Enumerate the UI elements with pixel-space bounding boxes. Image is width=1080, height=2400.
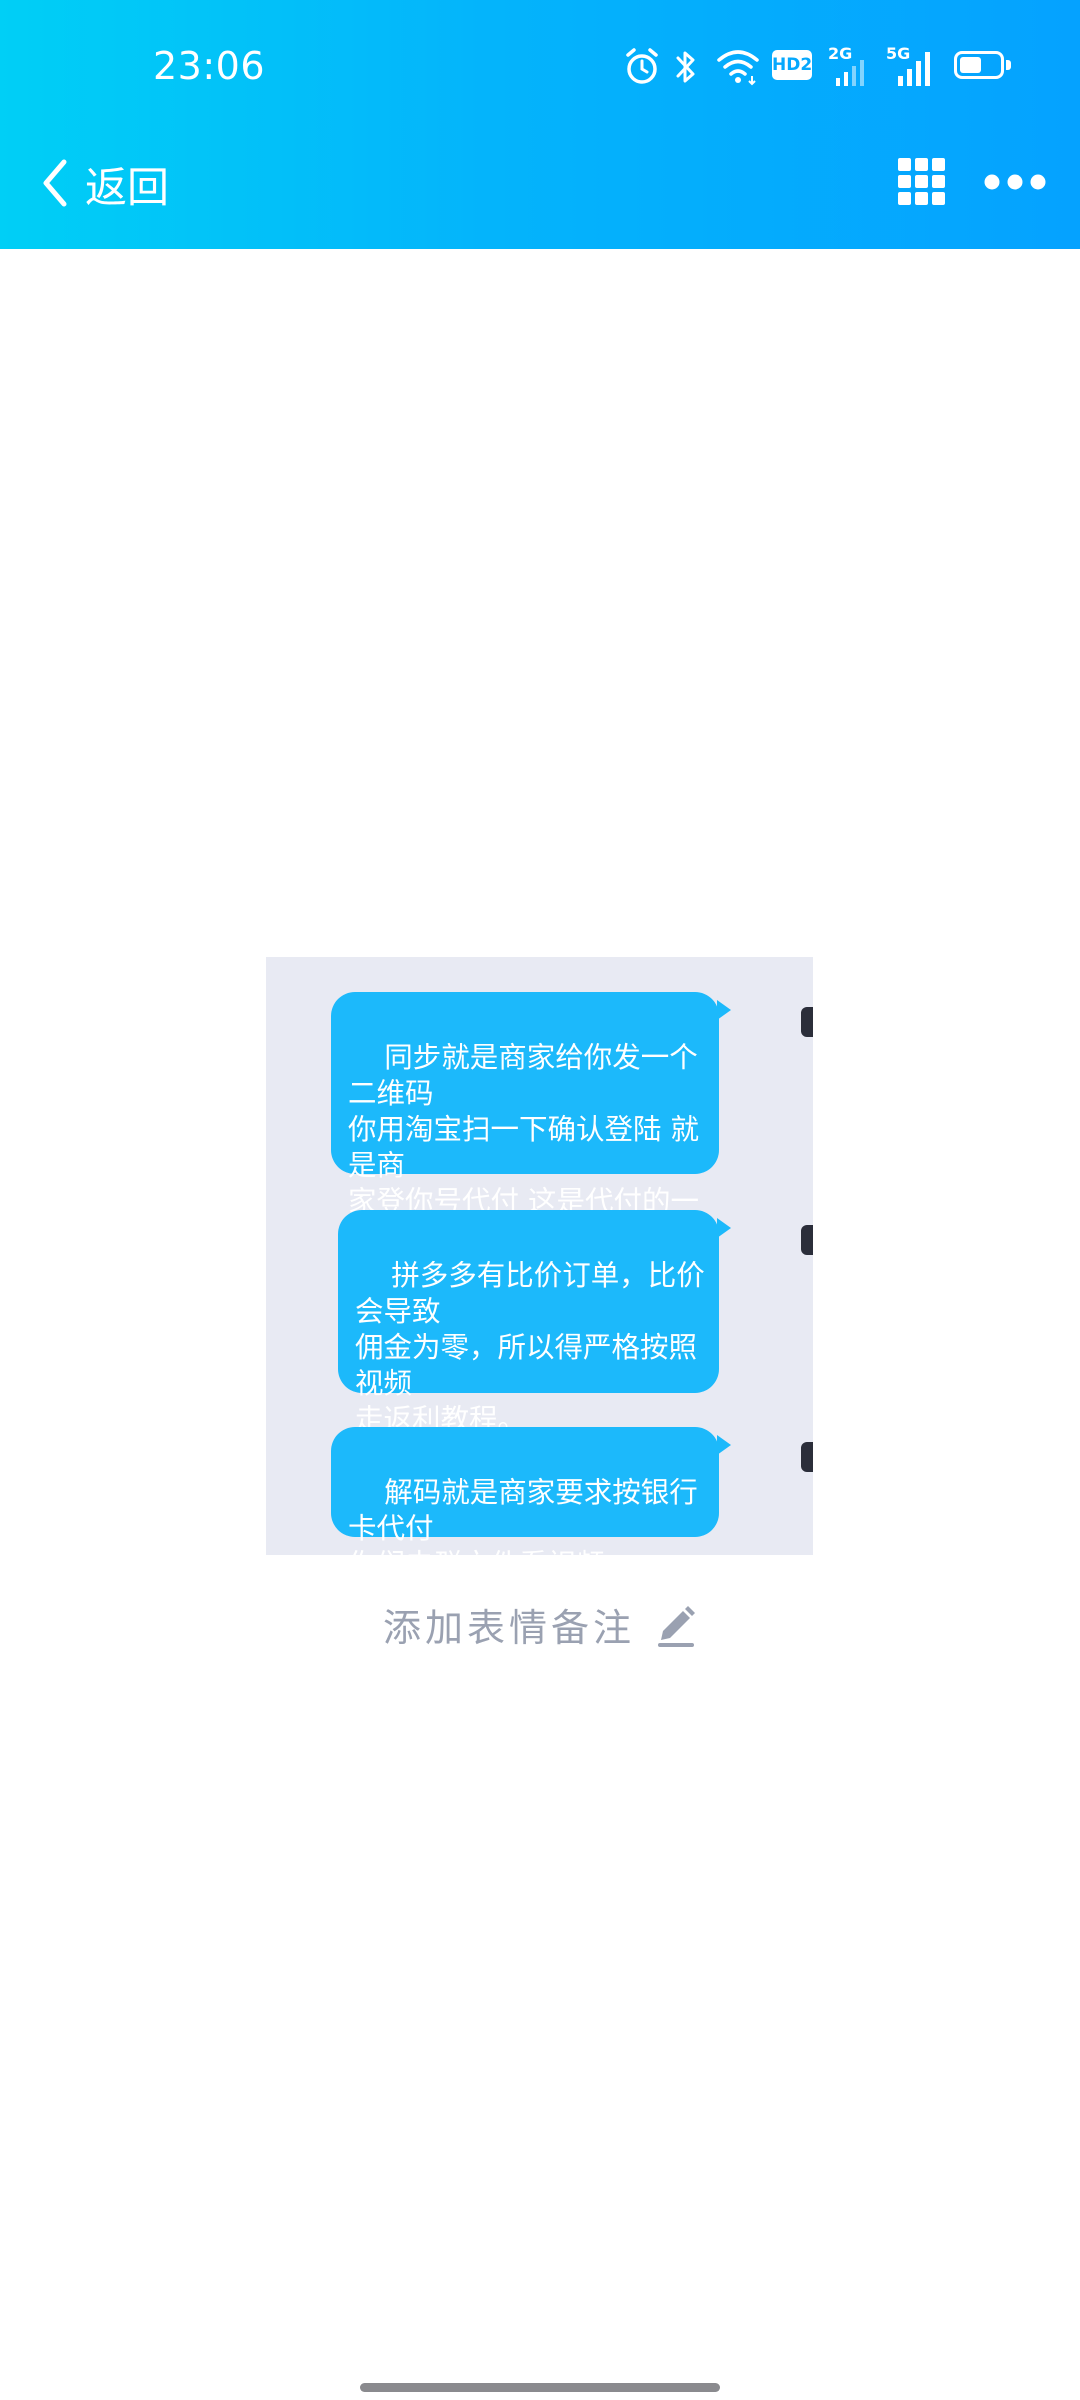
signal-5g-icon: 5G <box>886 44 932 86</box>
edit-pencil-icon[interactable] <box>655 1603 697 1647</box>
chat-bubble-text: 解码就是商家要求按银行卡代付 你们去群文件看视频 <box>348 1476 698 1581</box>
hd2-icon: HD2 <box>772 50 812 80</box>
hd2-label: HD2 <box>772 55 813 75</box>
battery-icon <box>954 51 1014 81</box>
alarm-icon <box>626 48 658 84</box>
home-indicator[interactable] <box>360 2383 720 2392</box>
avatar <box>801 1007 813 1037</box>
top-bar: 23:06 HD2 2G 5G 返回 <box>0 0 1080 249</box>
chevron-left-icon <box>43 159 67 207</box>
grid-icon[interactable] <box>898 158 946 206</box>
chat-bubble: 拼多多有比价订单，比价会导致 佣金为零，所以得严格按照视频 走返利教程。 做拼多… <box>338 1210 731 1508</box>
avatar <box>801 1225 813 1255</box>
status-icons: HD2 2G 5G <box>624 44 1014 88</box>
signal-2g-icon: 2G <box>828 44 868 86</box>
battery-fill <box>960 57 981 73</box>
chat-bubble: 同步就是商家给你发一个二维码 你用淘宝扫一下确认登陆 就是商 家登你号代付 这是… <box>331 992 731 1290</box>
chat-screenshot-image[interactable]: 同步就是商家给你发一个二维码 你用淘宝扫一下确认登陆 就是商 家登你号代付 这是… <box>266 957 813 1581</box>
back-button[interactable]: 返回 <box>40 150 180 216</box>
back-label: 返回 <box>85 163 170 212</box>
chat-bubble: 解码就是商家要求按银行卡代付 你们去群文件看视频 <box>331 1427 731 1581</box>
bluetooth-icon <box>676 51 695 83</box>
add-emoji-note[interactable]: 添加表情备注 <box>0 1597 1080 1653</box>
status-time: 23:06 <box>153 44 266 88</box>
more-icon[interactable] <box>983 162 1047 202</box>
wifi-icon <box>717 50 759 86</box>
avatar <box>801 1442 813 1472</box>
add-emoji-note-label: 添加表情备注 <box>382 1606 635 1650</box>
